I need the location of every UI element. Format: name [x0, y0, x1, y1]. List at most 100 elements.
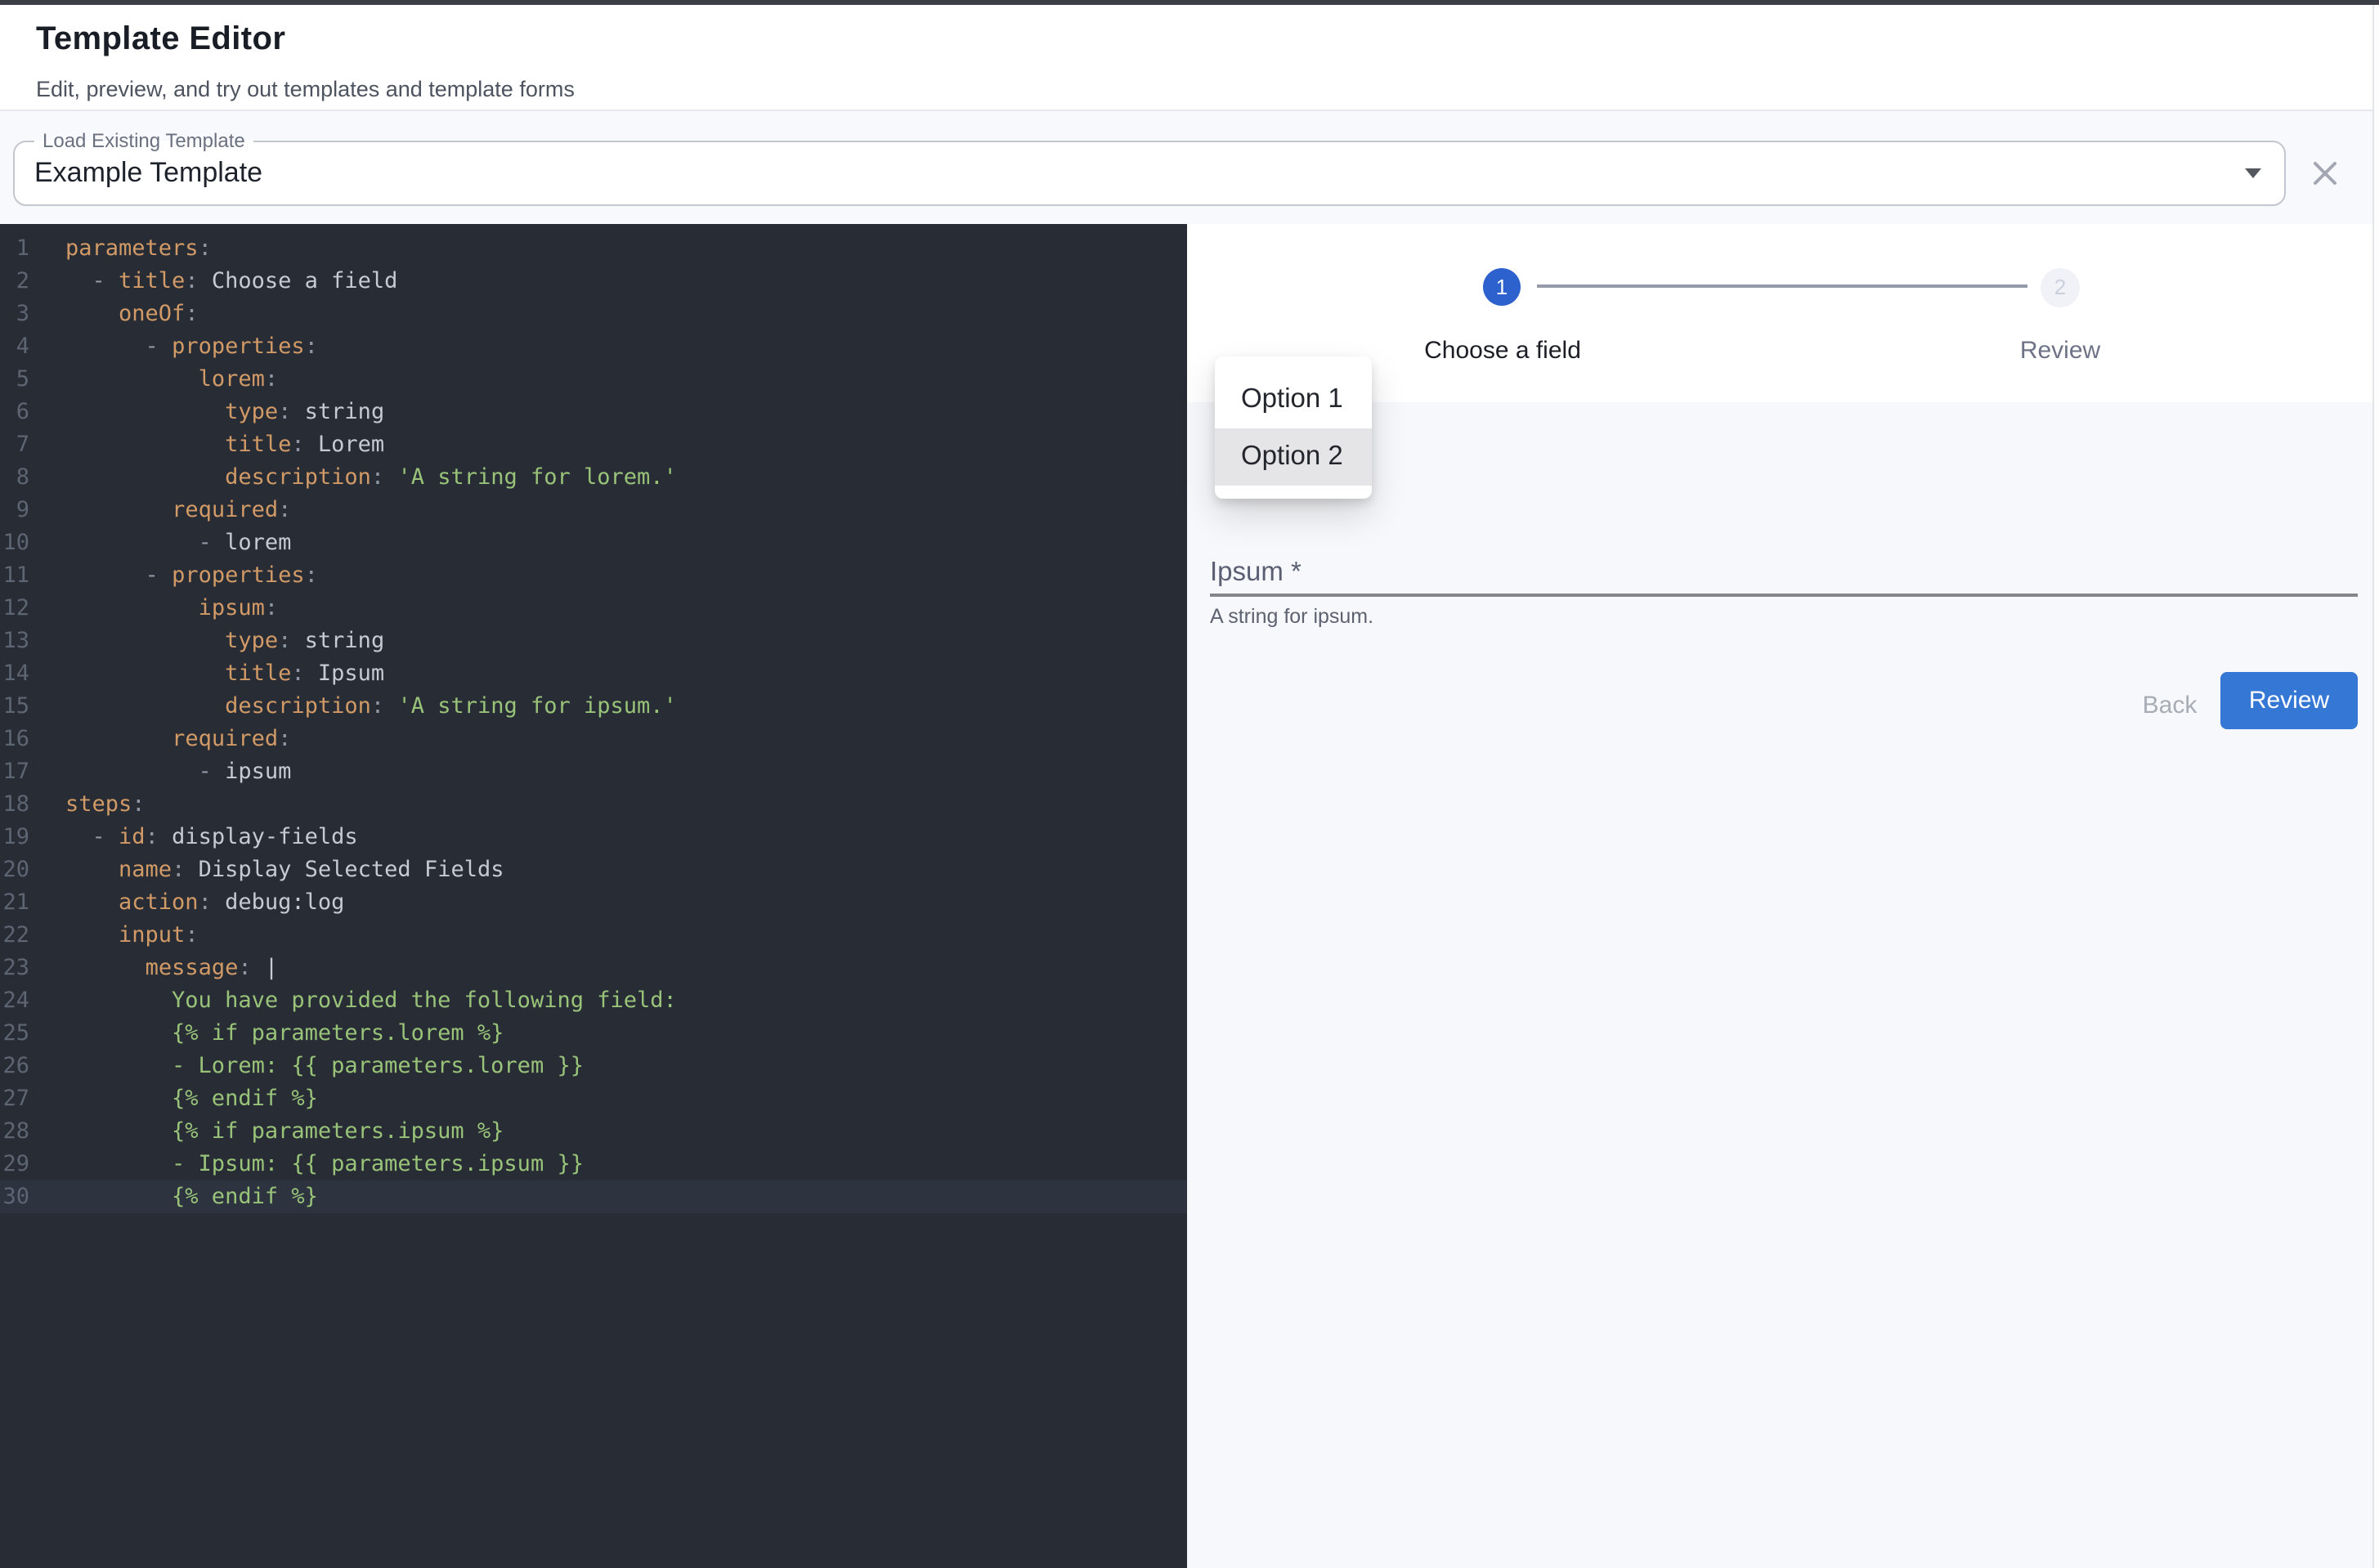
template-loader-section: Load Existing Template Example Template [0, 111, 2379, 224]
line-number: 14 [0, 657, 29, 690]
code-line: 25 {% if parameters.lorem %} [0, 1017, 1187, 1050]
line-number: 13 [0, 625, 29, 657]
code-line: 11 - properties: [0, 559, 1187, 592]
code-text: type: string [65, 625, 384, 657]
code-text: type: string [65, 396, 384, 428]
code-line: 10 - lorem [0, 526, 1187, 559]
code-text: required: [65, 494, 291, 526]
page-subtitle: Edit, preview, and try out templates and… [36, 77, 575, 101]
code-text: lorem: [65, 363, 278, 396]
line-number: 26 [0, 1050, 29, 1082]
menu-item-option-1[interactable]: Option 1 [1215, 370, 1372, 428]
code-lines: 1 parameters:2 - title: Choose a field3 o… [0, 224, 1187, 1213]
line-number: 15 [0, 690, 29, 723]
code-line: 24 You have provided the following field… [0, 984, 1187, 1017]
code-text: {% endif %} [65, 1082, 318, 1115]
line-number: 5 [0, 363, 29, 396]
line-number: 30 [0, 1180, 29, 1213]
code-line: 14 title: Ipsum [0, 657, 1187, 690]
line-number: 29 [0, 1148, 29, 1180]
back-button[interactable]: Back [2112, 677, 2227, 734]
line-number: 16 [0, 723, 29, 755]
code-text: description: 'A string for ipsum.' [65, 690, 677, 723]
code-text: ipsum: [65, 592, 278, 625]
code-text: {% if parameters.lorem %} [65, 1017, 504, 1050]
code-line: 20 name: Display Selected Fields [0, 853, 1187, 886]
code-line: 15 description: 'A string for ipsum.' [0, 690, 1187, 723]
window-right-gutter [2372, 5, 2379, 1568]
code-text: {% if parameters.ipsum %} [65, 1115, 504, 1148]
code-line: 17 - ipsum [0, 755, 1187, 788]
line-number: 9 [0, 494, 29, 526]
code-text: name: Display Selected Fields [65, 853, 504, 886]
line-number: 17 [0, 755, 29, 788]
code-line: 29 - Ipsum: {{ parameters.ipsum }} [0, 1148, 1187, 1180]
code-line: 7 title: Lorem [0, 428, 1187, 461]
review-button[interactable]: Review [2220, 672, 2358, 729]
ipsum-field-underline [1210, 594, 2358, 596]
caret-down-icon [2245, 168, 2261, 178]
more-options-button[interactable] [2309, 46, 2341, 85]
code-line: 22 input: [0, 919, 1187, 952]
code-line: 21 action: debug:log [0, 886, 1187, 919]
stepper-connector [1537, 284, 2027, 287]
code-line: 4 - properties: [0, 330, 1187, 363]
line-number: 2 [0, 265, 29, 298]
line-number: 7 [0, 428, 29, 461]
page-title: Template Editor [36, 21, 285, 59]
line-number: 11 [0, 559, 29, 592]
line-number: 24 [0, 984, 29, 1017]
line-number: 27 [0, 1082, 29, 1115]
option-dropdown-menu: Option 1 Option 2 [1215, 356, 1372, 499]
code-line: 30 {% endif %} [0, 1180, 1187, 1213]
line-number: 1 [0, 232, 29, 265]
line-number: 20 [0, 853, 29, 886]
code-text: action: debug:log [65, 886, 344, 919]
code-text: - ipsum [65, 755, 291, 788]
code-text: You have provided the following field: [65, 984, 677, 1017]
step-2-label: Review [1921, 337, 2199, 365]
code-editor[interactable]: 1 parameters:2 - title: Choose a field3 o… [0, 224, 1187, 1568]
code-text: {% endif %} [65, 1180, 318, 1213]
load-template-select[interactable]: Load Existing Template Example Template [13, 141, 2286, 206]
code-line: 5 lorem: [0, 363, 1187, 396]
template-editor-app: Template Editor Edit, preview, and try o… [0, 0, 2379, 1568]
page-header: Template Editor Edit, preview, and try o… [0, 5, 2379, 111]
code-line: 18steps: [0, 788, 1187, 821]
code-line: 8 description: 'A string for lorem.' [0, 461, 1187, 494]
line-number: 6 [0, 396, 29, 428]
line-number: 3 [0, 298, 29, 330]
code-line: 13 type: string [0, 625, 1187, 657]
code-text: - Lorem: {{ parameters.lorem }} [65, 1050, 584, 1082]
ipsum-input-field[interactable]: Ipsum * [1210, 553, 2358, 608]
line-number: 4 [0, 330, 29, 363]
code-line: 16 required: [0, 723, 1187, 755]
code-text: description: 'A string for lorem.' [65, 461, 677, 494]
line-number: 25 [0, 1017, 29, 1050]
code-text: input: [65, 919, 199, 952]
code-line: 12 ipsum: [0, 592, 1187, 625]
code-line: 1 parameters: [0, 232, 1187, 265]
clear-template-button[interactable] [2309, 157, 2341, 190]
line-number: 28 [0, 1115, 29, 1148]
line-number: 23 [0, 952, 29, 984]
menu-item-option-2[interactable]: Option 2 [1215, 428, 1372, 485]
line-number: 10 [0, 526, 29, 559]
code-line: 2 - title: Choose a field [0, 265, 1187, 298]
line-number: 21 [0, 886, 29, 919]
ipsum-field-label: Ipsum * [1210, 558, 1302, 589]
code-line: 19 - id: display-fields [0, 821, 1187, 853]
code-text: message: | [65, 952, 278, 984]
code-text: title: Ipsum [65, 657, 384, 690]
line-number: 12 [0, 592, 29, 625]
code-text: - lorem [65, 526, 291, 559]
code-line: 28 {% if parameters.ipsum %} [0, 1115, 1187, 1148]
code-text: title: Lorem [65, 428, 384, 461]
code-text: parameters: [65, 232, 212, 265]
line-number: 8 [0, 461, 29, 494]
code-line: 3 oneOf: [0, 298, 1187, 330]
line-number: 18 [0, 788, 29, 821]
code-line: 23 message: | [0, 952, 1187, 984]
code-text: - Ipsum: {{ parameters.ipsum }} [65, 1148, 584, 1180]
line-number: 22 [0, 919, 29, 952]
